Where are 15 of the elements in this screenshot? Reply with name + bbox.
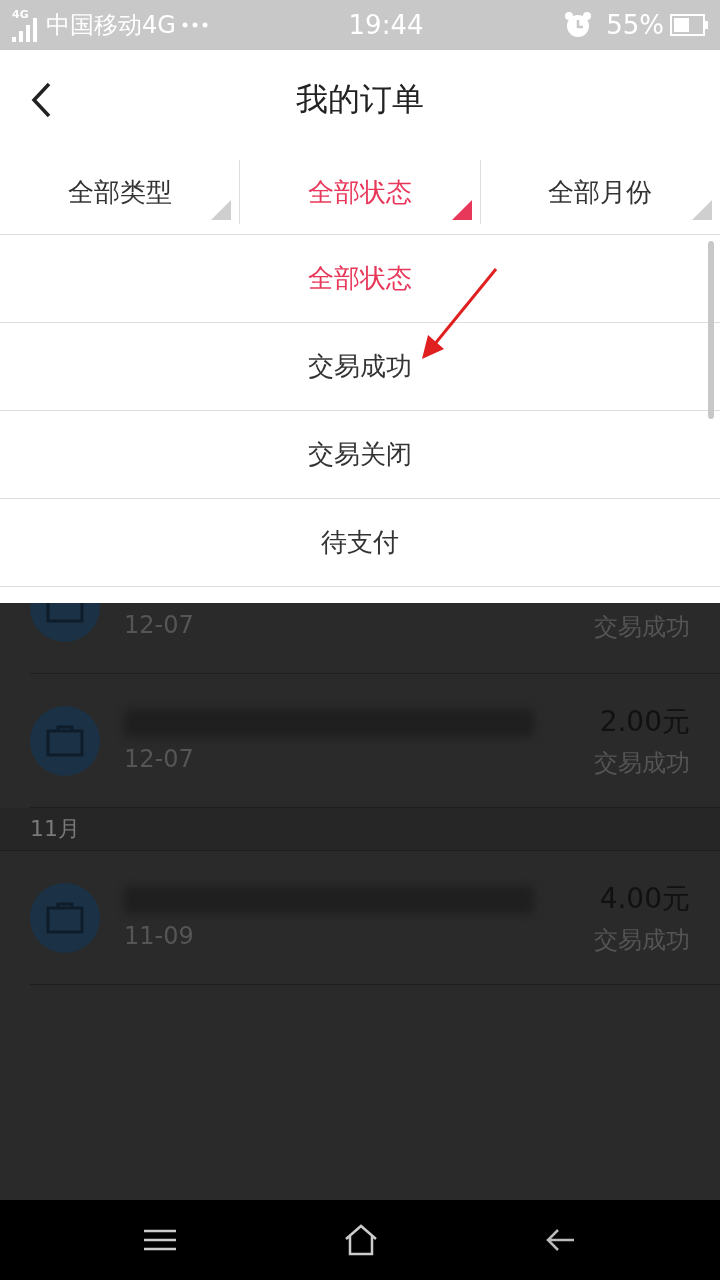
back-icon <box>30 82 52 118</box>
battery-icon <box>670 14 708 36</box>
page-title: 我的订单 <box>296 79 424 120</box>
alarm-icon <box>564 11 593 39</box>
bag-icon <box>30 705 100 776</box>
more-icon <box>181 22 208 28</box>
signal-icon <box>12 18 38 42</box>
home-icon[interactable] <box>344 1224 378 1256</box>
bag-icon <box>30 882 100 953</box>
menu-icon[interactable] <box>144 1229 176 1251</box>
dropdown-corner-icon <box>692 200 712 220</box>
back-icon[interactable] <box>546 1228 576 1252</box>
dropdown-corner-icon <box>451 200 472 220</box>
month-header: 11月 <box>30 815 80 843</box>
dropdown-corner-icon <box>211 200 232 220</box>
